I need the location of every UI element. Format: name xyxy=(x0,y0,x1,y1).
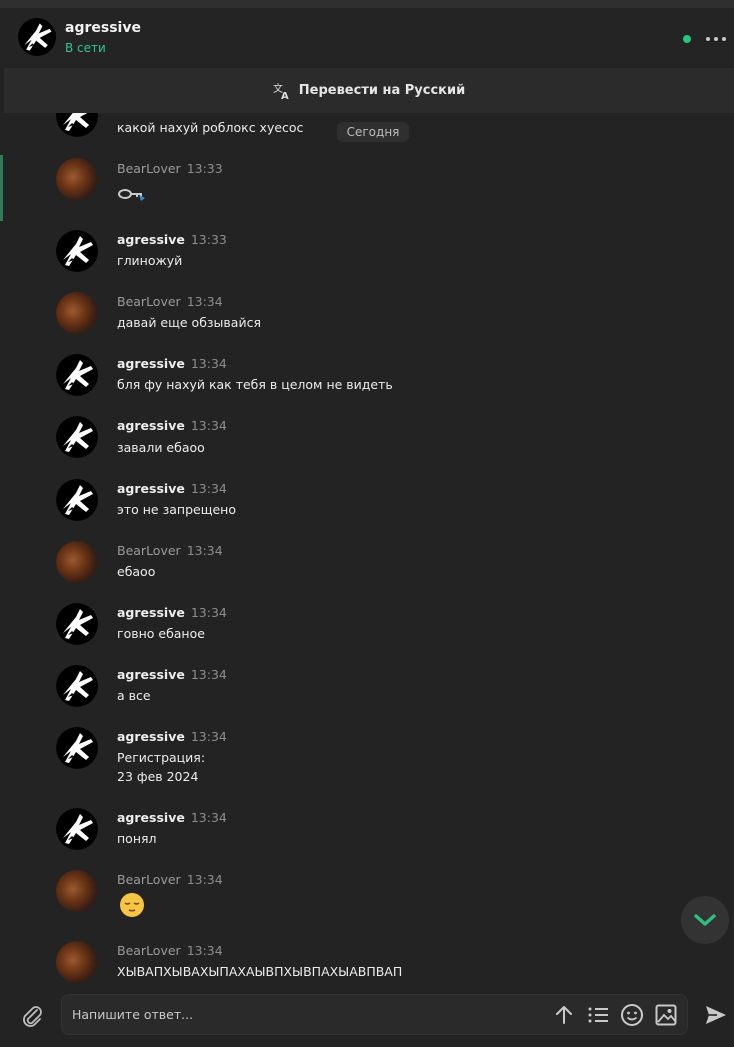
author-name[interactable]: agressive xyxy=(117,232,185,247)
message-text: это не запрещено xyxy=(117,502,236,517)
message-text: давай еще обзывайся xyxy=(117,315,261,330)
author-name[interactable]: agressive xyxy=(117,667,185,682)
unread-marker xyxy=(0,155,3,221)
message-header: BearLover 13:33 xyxy=(117,161,223,176)
svg-text:A: A xyxy=(281,91,289,100)
message-text: завали ебаоо xyxy=(117,440,205,455)
avatar[interactable] xyxy=(56,603,98,645)
chevron-down-icon xyxy=(694,914,716,926)
translate-bar[interactable]: 文 A Перевести на Русский xyxy=(4,68,734,113)
message-time: 13:34 xyxy=(186,294,223,309)
message-text: ебаоо xyxy=(117,564,156,579)
message-header: BearLover 13:34 xyxy=(117,943,223,958)
online-indicator xyxy=(683,35,691,43)
date-separator: Сегодня xyxy=(337,122,409,142)
avatar[interactable] xyxy=(56,665,98,707)
message-text-line: Регистрация: xyxy=(117,750,206,765)
message-header: agressive 13:34 xyxy=(117,667,227,682)
message-time: 13:34 xyxy=(186,543,223,558)
avatar[interactable] xyxy=(56,158,98,200)
window-top-strip xyxy=(0,0,734,8)
message-text: а все xyxy=(117,688,151,703)
avatar[interactable] xyxy=(56,479,98,521)
avatar[interactable] xyxy=(56,416,98,458)
more-dots-icon[interactable] xyxy=(705,36,727,42)
author-name[interactable]: BearLover xyxy=(117,161,181,176)
scroll-to-bottom-button[interactable] xyxy=(681,896,729,944)
key-emoji-icon xyxy=(118,189,145,201)
message-header: BearLover 13:34 xyxy=(117,294,223,309)
author-name[interactable]: agressive xyxy=(117,810,185,825)
avatar[interactable] xyxy=(56,808,98,850)
image-icon[interactable] xyxy=(654,1003,678,1027)
message-time: 13:34 xyxy=(190,667,227,682)
message-time: 13:34 xyxy=(190,356,227,371)
translate-icon: 文 A xyxy=(273,82,289,100)
avatar[interactable] xyxy=(56,727,98,769)
message-text: бля фу нахуй как тебя в целом не видеть xyxy=(117,377,393,392)
message-text: ХЫВАПХЫВАХЫПАХАЫВПХЫВПАХЫАВПВАП xyxy=(117,964,403,979)
message-time: 13:33 xyxy=(186,161,223,176)
relieved-face-emoji-icon xyxy=(120,893,144,917)
chat-status: В сети xyxy=(65,41,106,55)
message-header: BearLover 13:34 xyxy=(117,872,223,887)
message-header: agressive 13:34 xyxy=(117,418,227,433)
author-name[interactable]: agressive xyxy=(117,356,185,371)
avatar[interactable] xyxy=(56,541,98,583)
author-name[interactable]: BearLover xyxy=(117,543,181,558)
message-input-placeholder: Напишите ответ... xyxy=(72,1007,194,1022)
message-header: agressive 13:34 xyxy=(117,481,227,496)
message-header: agressive 13:34 xyxy=(117,356,227,371)
message-header: agressive 13:33 xyxy=(117,232,227,247)
author-name[interactable]: agressive xyxy=(117,605,185,620)
avatar[interactable] xyxy=(56,292,98,334)
message-time: 13:34 xyxy=(190,729,227,744)
list-icon[interactable] xyxy=(586,1003,610,1027)
message-header: agressive 13:34 xyxy=(117,605,227,620)
message-time: 13:34 xyxy=(186,943,223,958)
arrow-up-icon[interactable] xyxy=(552,1003,576,1027)
author-name[interactable]: agressive xyxy=(117,418,185,433)
message-text: какой нахуй роблокс хуесос xyxy=(117,120,304,135)
avatar[interactable] xyxy=(56,941,98,983)
send-icon[interactable] xyxy=(704,1003,728,1027)
avatar[interactable] xyxy=(56,354,98,396)
author-name[interactable]: BearLover xyxy=(117,294,181,309)
author-name[interactable]: agressive xyxy=(117,481,185,496)
message-time: 13:34 xyxy=(190,481,227,496)
message-time: 13:34 xyxy=(190,810,227,825)
message-text: говно ебаное xyxy=(117,626,205,641)
chat-avatar[interactable] xyxy=(18,18,56,56)
author-name[interactable]: BearLover xyxy=(117,872,181,887)
paperclip-icon[interactable] xyxy=(20,1002,44,1028)
avatar[interactable] xyxy=(56,870,98,912)
author-name[interactable]: agressive xyxy=(117,729,185,744)
message-time: 13:34 xyxy=(190,418,227,433)
message-header: agressive 13:34 xyxy=(117,729,227,744)
smiley-icon[interactable] xyxy=(620,1003,644,1027)
chat-header: agressive В сети xyxy=(0,8,734,68)
message-header: agressive 13:34 xyxy=(117,810,227,825)
author-name[interactable]: BearLover xyxy=(117,943,181,958)
message-text: понял xyxy=(117,831,157,846)
message-header: BearLover 13:34 xyxy=(117,543,223,558)
message-time: 13:34 xyxy=(190,605,227,620)
avatar[interactable] xyxy=(56,230,98,272)
message-time: 13:34 xyxy=(186,872,223,887)
message-text-line: 23 фев 2024 xyxy=(117,769,199,784)
message-text: глиножуй xyxy=(117,253,183,268)
message-time: 13:33 xyxy=(190,232,227,247)
translate-label: Перевести на Русский xyxy=(298,83,466,98)
partial-avatar xyxy=(56,113,98,137)
chat-title[interactable]: agressive xyxy=(65,20,141,36)
